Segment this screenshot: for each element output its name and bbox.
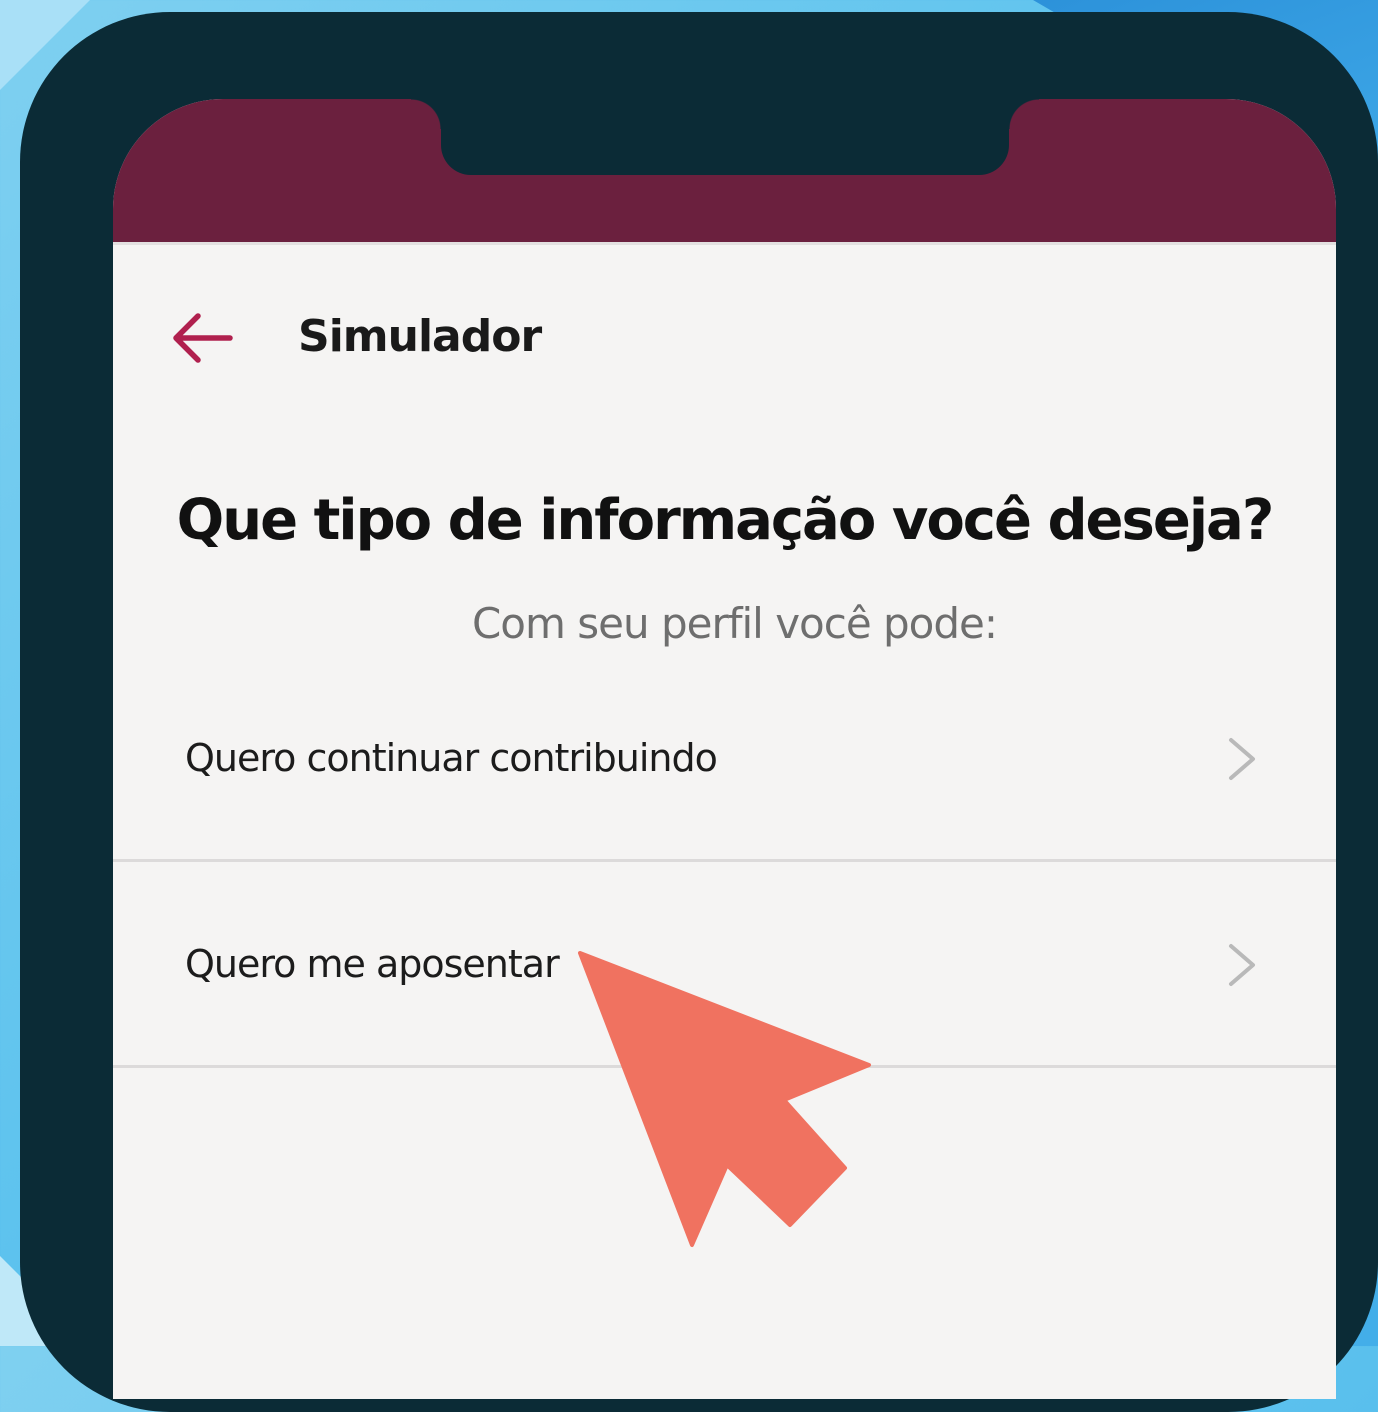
back-button[interactable]: [168, 306, 240, 370]
chevron-right-icon: [1229, 738, 1255, 780]
phone-notch: [411, 99, 1039, 175]
arrow-left-icon: [173, 313, 233, 363]
appbar-divider: [113, 242, 1336, 245]
option-continue-contributing[interactable]: Quero continuar contribuindo: [113, 656, 1336, 860]
question-heading: Que tipo de informação você deseja?: [176, 488, 1275, 553]
cursor-arrow-icon: [578, 951, 871, 1247]
option-label: Quero me aposentar: [185, 942, 560, 986]
question-subheading: Com seu perfil você pode:: [471, 599, 998, 648]
page-title: Simulador: [298, 311, 542, 362]
option-label: Quero continuar contribuindo: [185, 736, 718, 780]
chevron-right-icon: [1229, 944, 1255, 986]
